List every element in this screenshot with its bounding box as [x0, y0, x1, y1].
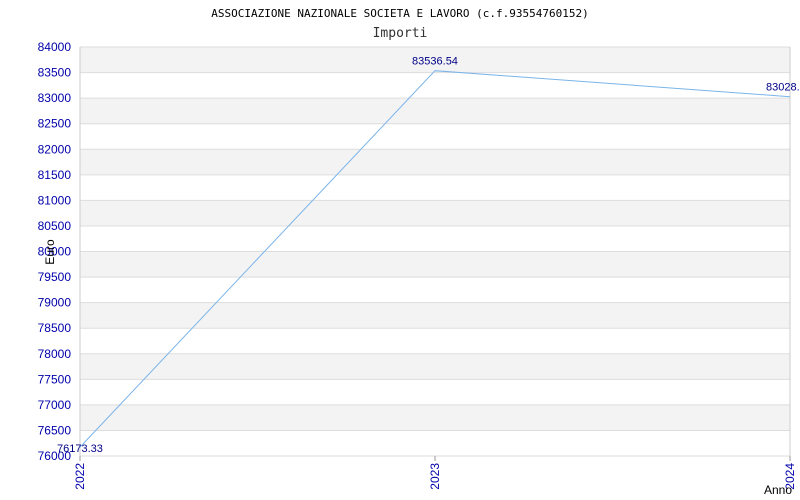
grid-band	[80, 72, 790, 99]
grid-band	[80, 98, 790, 124]
y-tick-label: 78500	[38, 321, 72, 335]
y-tick-label: 81000	[38, 193, 72, 207]
y-tick-label: 79000	[38, 296, 72, 310]
chart-title: ASSOCIAZIONE NAZIONALE SOCIETA E LAVORO …	[211, 7, 589, 20]
y-tick-label: 84000	[38, 40, 72, 54]
x-tick-label: 2023	[428, 463, 442, 490]
data-label: 76173.33	[57, 443, 103, 455]
data-label: 83536.54	[412, 56, 458, 68]
grid-band	[80, 123, 790, 150]
x-axis-label: Anno	[764, 483, 792, 497]
y-tick-label: 77000	[38, 398, 72, 412]
grid-band	[80, 404, 790, 431]
grid-band	[80, 328, 790, 354]
data-label: 83028.	[766, 82, 800, 94]
y-tick-label: 80500	[38, 219, 72, 233]
y-tick-label: 82500	[38, 117, 72, 131]
y-tick-label: 83500	[38, 66, 72, 80]
grid-band	[80, 302, 790, 329]
chart-subtitle: Importi	[373, 26, 428, 41]
y-tick-label: 81500	[38, 168, 72, 182]
y-tick-label: 83000	[38, 91, 72, 105]
y-tick-label: 76500	[38, 423, 72, 437]
grid-band	[80, 149, 790, 175]
y-axis-label: Euro	[43, 239, 57, 265]
x-tick-label: 2022	[73, 463, 87, 490]
y-tick-label: 79500	[38, 270, 72, 284]
grid-band	[80, 174, 790, 201]
grid-band	[80, 200, 790, 226]
y-tick-label: 78000	[38, 347, 72, 361]
grid-band	[80, 353, 790, 380]
grid-band	[80, 251, 790, 278]
y-tick-label: 82000	[38, 142, 72, 156]
grid-band	[80, 225, 790, 252]
grid-band	[80, 379, 790, 405]
line-chart: ASSOCIAZIONE NAZIONALE SOCIETA E LAVORO …	[38, 7, 800, 497]
x-axis-ticks: 2022 2023 2024	[73, 456, 797, 490]
grid-band	[80, 430, 790, 456]
grid-band	[80, 277, 790, 303]
y-tick-label: 77500	[38, 372, 72, 386]
